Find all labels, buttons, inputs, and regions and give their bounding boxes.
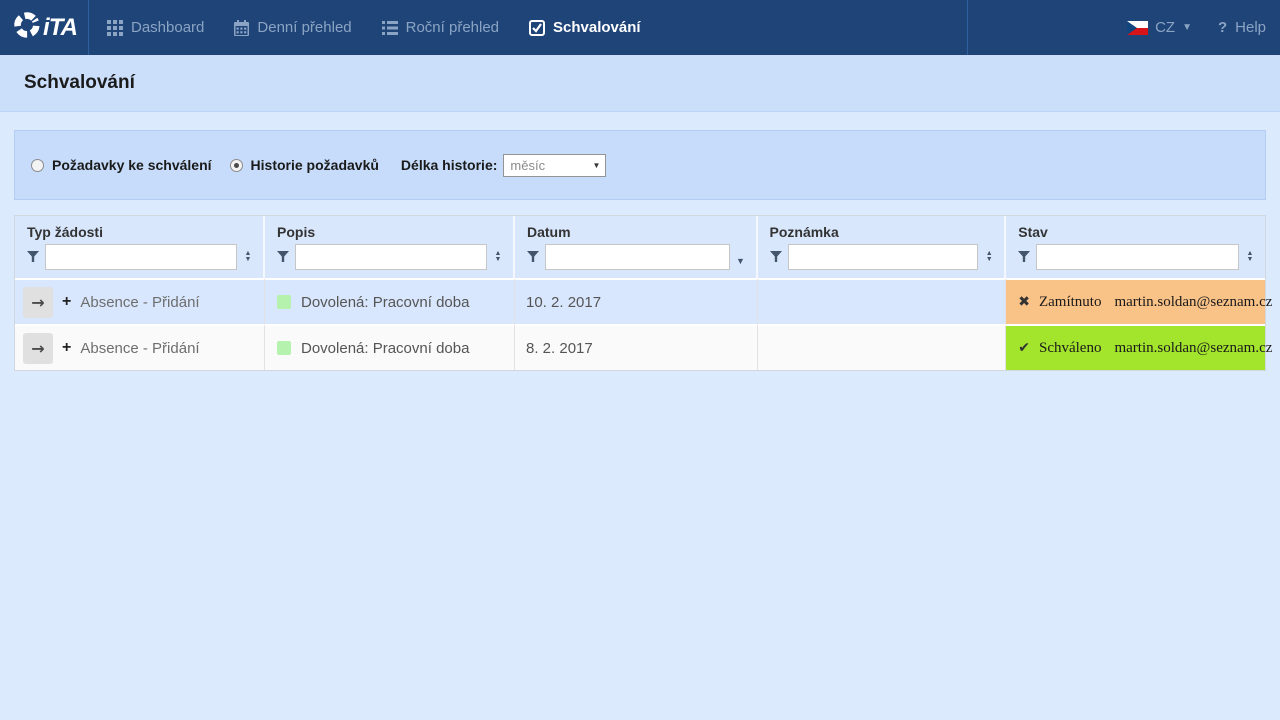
- check-icon: ✔: [1018, 340, 1030, 356]
- history-length-control: Délka historie: měsíc ▼: [401, 154, 606, 177]
- page-header: Schvalování: [0, 55, 1280, 112]
- status-label: Zamítnuto: [1039, 294, 1102, 311]
- grid-icon: [107, 20, 123, 36]
- language-code: CZ: [1155, 19, 1175, 36]
- czech-flag-icon: [1127, 21, 1148, 35]
- question-mark-icon: ?: [1218, 19, 1227, 36]
- request-description: Dovolená: Pracovní doba: [301, 340, 469, 357]
- filter-panel: Požadavky ke schválení Historie požadavk…: [14, 130, 1266, 200]
- nav-item-label: Denní přehled: [257, 19, 351, 36]
- chevron-down-icon: ▼: [1182, 22, 1192, 33]
- nav-item-denni-prehled[interactable]: Denní přehled: [234, 19, 351, 36]
- table-row: → + Absence - Přidání Dovolená: Pracovní…: [15, 278, 1265, 324]
- column-title: Stav: [1018, 224, 1255, 240]
- sort-icon[interactable]: ▲▼: [493, 251, 503, 263]
- column-title: Datum: [527, 224, 746, 240]
- approver-email: martin.soldan@seznam.cz: [1114, 340, 1272, 357]
- arrow-right-icon: →: [31, 293, 44, 312]
- logo-text: iTA: [43, 14, 77, 42]
- requests-radio[interactable]: [31, 159, 44, 172]
- page-title: Schvalování: [24, 72, 135, 94]
- nav-item-dashboard[interactable]: Dashboard: [107, 19, 204, 36]
- language-selector[interactable]: CZ ▼: [1127, 19, 1192, 36]
- radio-group-requests: Požadavky ke schválení: [31, 157, 212, 173]
- column-header-stav: Stav ▲▼: [1006, 216, 1265, 278]
- filter-input-datum[interactable]: [545, 244, 730, 270]
- date-dropdown-caret-icon[interactable]: ▼: [736, 256, 746, 270]
- table-header-row: Typ žádosti ▲▼ Popis ▲▼ Datum ▼: [15, 216, 1265, 278]
- nav-item-schvalovani[interactable]: Schvalování: [529, 19, 641, 36]
- column-title: Typ žádosti: [27, 224, 253, 240]
- help-button[interactable]: ? Help: [1218, 19, 1266, 36]
- arrow-right-icon: →: [31, 339, 44, 358]
- plus-icon: +: [62, 293, 71, 311]
- calendar-icon: [234, 20, 249, 36]
- filter-input-typ-zadosti[interactable]: [45, 244, 237, 270]
- history-radio[interactable]: [230, 159, 243, 172]
- navbar-right: CZ ▼ ? Help: [1127, 0, 1266, 55]
- request-date: 10. 2. 2017: [515, 278, 758, 324]
- filter-funnel-icon[interactable]: [1018, 251, 1030, 263]
- status-label: Schváleno: [1039, 340, 1101, 357]
- nav-items: Dashboard Denní přehled: [89, 0, 641, 55]
- status-cell-approved: ✔ Schváleno martin.soldan@seznam.cz: [1006, 324, 1265, 370]
- column-header-popis: Popis ▲▼: [265, 216, 515, 278]
- row-detail-button[interactable]: →: [23, 333, 53, 364]
- column-header-datum: Datum ▼: [515, 216, 758, 278]
- filter-input-popis[interactable]: [295, 244, 487, 270]
- filter-input-poznamka[interactable]: [788, 244, 979, 270]
- request-note: [758, 324, 1007, 370]
- approver-email: martin.soldan@seznam.cz: [1114, 294, 1272, 311]
- status-cell-rejected: ✖ Zamítnuto martin.soldan@seznam.cz: [1006, 278, 1265, 324]
- filter-input-stav[interactable]: [1036, 244, 1239, 270]
- navbar-divider: [967, 0, 968, 55]
- filter-funnel-icon[interactable]: [27, 251, 39, 263]
- x-icon: ✖: [1018, 294, 1030, 310]
- history-radio-label[interactable]: Historie požadavků: [251, 157, 379, 173]
- approvals-table: Typ žádosti ▲▼ Popis ▲▼ Datum ▼: [14, 215, 1266, 371]
- request-description: Dovolená: Pracovní doba: [301, 294, 469, 311]
- help-label: Help: [1235, 19, 1266, 36]
- category-color-swatch: [277, 341, 291, 355]
- table-row: → + Absence - Přidání Dovolená: Pracovní…: [15, 324, 1265, 370]
- nav-item-label: Schvalování: [553, 19, 641, 36]
- sort-icon[interactable]: ▲▼: [1245, 251, 1255, 263]
- request-date: 8. 2. 2017: [515, 324, 758, 370]
- sort-icon[interactable]: ▲▼: [243, 251, 253, 263]
- nav-item-rocni-prehled[interactable]: Roční přehled: [382, 19, 499, 36]
- filter-funnel-icon[interactable]: [527, 251, 539, 263]
- filter-funnel-icon[interactable]: [277, 251, 289, 263]
- row-detail-button[interactable]: →: [23, 287, 53, 318]
- column-title: Poznámka: [770, 224, 995, 240]
- column-header-poznamka: Poznámka ▲▼: [758, 216, 1007, 278]
- request-type: Absence - Přidání: [80, 340, 199, 357]
- history-length-label: Délka historie:: [401, 157, 497, 173]
- top-navbar: iTA Dashboard: [0, 0, 1280, 55]
- plus-icon: +: [62, 339, 71, 357]
- requests-radio-label[interactable]: Požadavky ke schválení: [52, 157, 212, 173]
- request-type: Absence - Přidání: [80, 294, 199, 311]
- logo-ring-icon: [11, 9, 41, 46]
- app-logo[interactable]: iTA: [0, 0, 89, 55]
- filter-funnel-icon[interactable]: [770, 251, 782, 263]
- list-icon: [382, 21, 398, 35]
- nav-item-label: Roční přehled: [406, 19, 499, 36]
- table-body: → + Absence - Přidání Dovolená: Pracovní…: [15, 278, 1265, 370]
- nav-item-label: Dashboard: [131, 19, 204, 36]
- radio-group-history: Historie požadavků: [230, 157, 379, 173]
- request-note: [758, 278, 1007, 324]
- column-header-typ-zadosti: Typ žádosti ▲▼: [15, 216, 265, 278]
- column-title: Popis: [277, 224, 503, 240]
- sort-icon[interactable]: ▲▼: [984, 251, 994, 263]
- history-length-select[interactable]: měsíc: [503, 154, 606, 177]
- category-color-swatch: [277, 295, 291, 309]
- check-square-icon: [529, 20, 545, 36]
